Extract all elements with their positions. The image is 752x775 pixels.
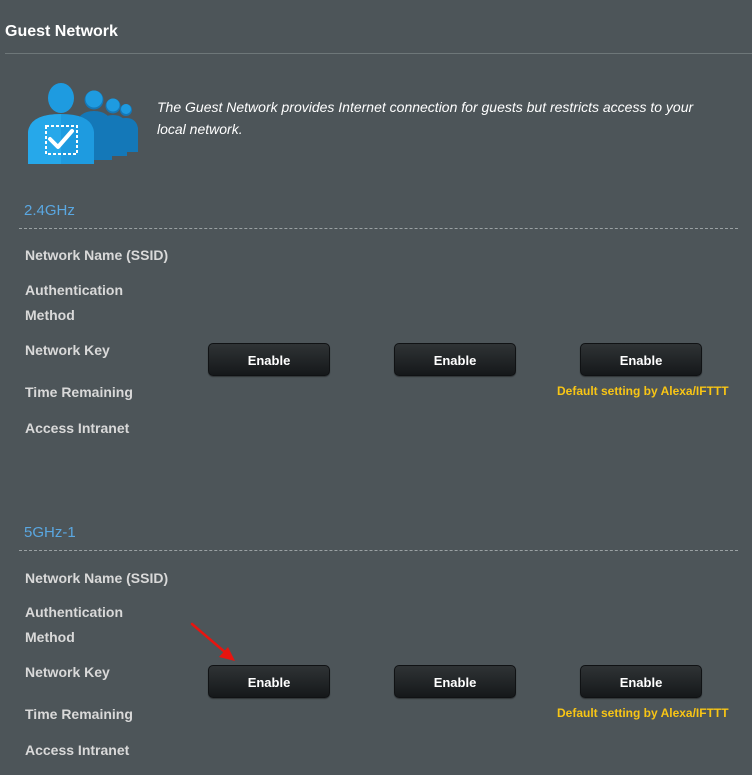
enable-button-5ghz-3[interactable]: Enable bbox=[580, 665, 702, 698]
guest-users-icon bbox=[24, 82, 140, 166]
label-authentication-method: Authentication Method bbox=[25, 604, 123, 645]
label-network-name: Network Name (SSID) bbox=[25, 247, 169, 263]
band-divider bbox=[19, 550, 738, 551]
label-time-remaining: Time Remaining bbox=[25, 384, 133, 400]
default-setting-note: Default setting by Alexa/IFTTT bbox=[557, 384, 729, 398]
band-title-5ghz-1: 5GHz-1 bbox=[24, 524, 76, 541]
band-title-2-4ghz: 2.4GHz bbox=[24, 202, 75, 219]
title-divider bbox=[5, 53, 752, 54]
label-time-remaining: Time Remaining bbox=[25, 706, 133, 722]
default-setting-note: Default setting by Alexa/IFTTT bbox=[557, 706, 729, 720]
label-network-key: Network Key bbox=[25, 664, 110, 680]
label-access-intranet: Access Intranet bbox=[25, 742, 130, 758]
enable-button-2-4ghz-3[interactable]: Enable bbox=[580, 343, 702, 376]
enable-button-2-4ghz-1[interactable]: Enable bbox=[208, 343, 330, 376]
enable-button-5ghz-2[interactable]: Enable bbox=[394, 665, 516, 698]
enable-button-2-4ghz-2[interactable]: Enable bbox=[394, 343, 516, 376]
page-title: Guest Network bbox=[5, 23, 118, 40]
intro-text: The Guest Network provides Internet conn… bbox=[157, 99, 694, 137]
label-access-intranet: Access Intranet bbox=[25, 420, 130, 436]
red-arrow-icon bbox=[188, 620, 240, 666]
label-network-key: Network Key bbox=[25, 342, 110, 358]
label-network-name: Network Name (SSID) bbox=[25, 570, 169, 586]
label-authentication-method: Authentication Method bbox=[25, 282, 123, 323]
enable-button-5ghz-1[interactable]: Enable bbox=[208, 665, 330, 698]
band-divider bbox=[19, 228, 738, 229]
